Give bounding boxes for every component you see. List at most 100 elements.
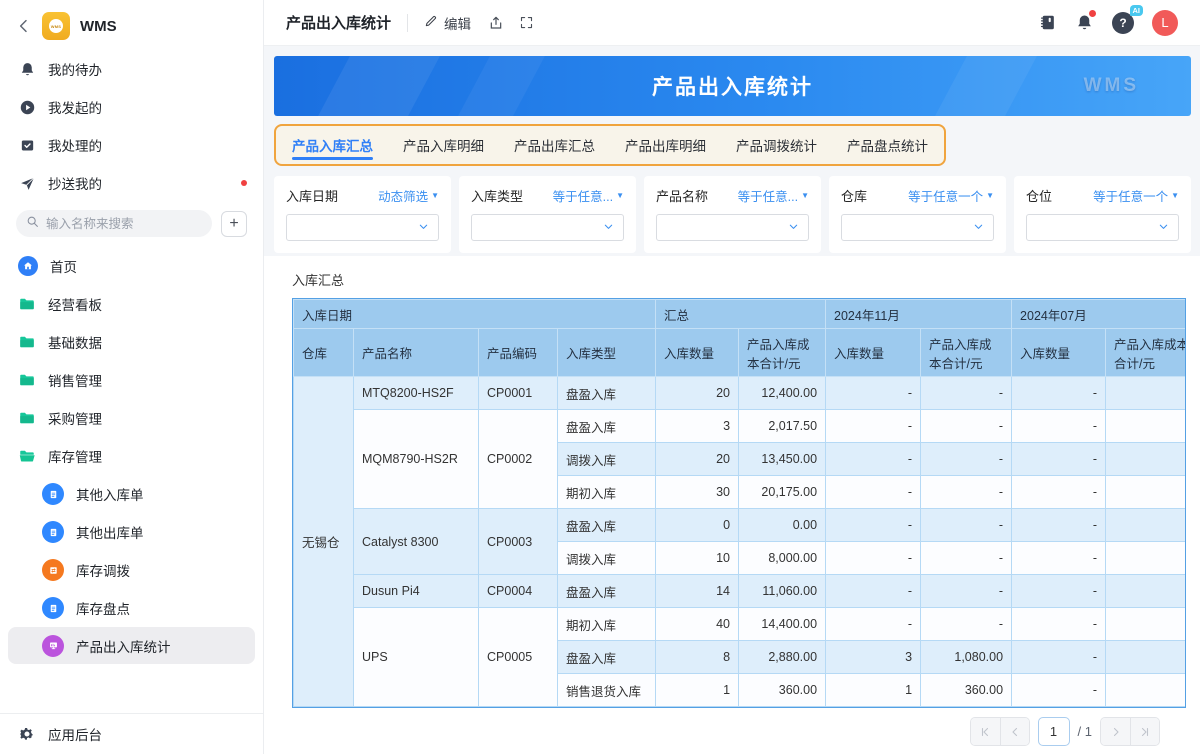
sidebar-item-other-outbound[interactable]: 其他出库单 bbox=[0, 513, 263, 551]
play-circle-icon bbox=[18, 98, 36, 116]
table-cell: 0 bbox=[656, 509, 739, 542]
avatar[interactable]: L bbox=[1152, 10, 1178, 36]
tab-outbound-detail[interactable]: 产品出库明细 bbox=[625, 126, 706, 164]
table-cell: - bbox=[921, 509, 1012, 542]
folder-icon bbox=[18, 333, 36, 351]
tab-inbound-summary[interactable]: 产品入库汇总 bbox=[292, 126, 373, 164]
app-logo: WMS bbox=[42, 12, 70, 40]
filter-operator[interactable]: 动态筛选▼ bbox=[378, 186, 439, 205]
table-cell: - bbox=[1012, 476, 1106, 509]
table-wrapper[interactable]: 入库日期汇总2024年11月2024年07月仓库产品名称产品编码入库类型入库数量… bbox=[292, 298, 1186, 708]
next-page-button[interactable] bbox=[1101, 718, 1130, 745]
tab-outbound-summary[interactable]: 产品出库汇总 bbox=[514, 126, 595, 164]
filter-operator[interactable]: 等于任意一个▼ bbox=[908, 186, 994, 205]
tab-count-stats[interactable]: 产品盘点统计 bbox=[847, 126, 928, 164]
sidebar-item-app-backend[interactable]: 应用后台 bbox=[0, 714, 263, 754]
table-row: UPSCP0005期初入库4014,400.00--- bbox=[294, 608, 1187, 641]
sidebar-item-inventory-mgmt[interactable]: 库存管理 bbox=[0, 437, 263, 475]
sidebar-item-other-inbound[interactable]: 其他入库单 bbox=[0, 475, 263, 513]
notification-dot bbox=[1089, 10, 1096, 17]
sidebar-item-product-io-stats[interactable]: 产品出入库统计 bbox=[8, 627, 255, 664]
edit-button[interactable]: 编辑 bbox=[424, 13, 471, 33]
sidebar-item-purchase-mgmt[interactable]: 采购管理 bbox=[0, 399, 263, 437]
sidebar-item-label: 抄送我的 bbox=[48, 173, 102, 193]
sidebar-item-label: 库存盘点 bbox=[76, 598, 130, 618]
banner-decoration bbox=[307, 56, 450, 116]
filter-select[interactable] bbox=[286, 214, 439, 241]
sidebar-footer: 应用后台 bbox=[0, 713, 263, 754]
filter-label: 入库日期 bbox=[286, 186, 338, 205]
table-cell: 期初入库 bbox=[558, 608, 656, 641]
filter-select[interactable] bbox=[841, 214, 994, 241]
filter-operator[interactable]: 等于任意一个▼ bbox=[1093, 186, 1179, 205]
tab-transfer-stats[interactable]: 产品调拨统计 bbox=[736, 126, 817, 164]
collapse-sidebar-icon[interactable] bbox=[16, 18, 32, 34]
table-cell: - bbox=[1012, 674, 1106, 707]
table-cell: 11,060.00 bbox=[739, 575, 826, 608]
sidebar-header: WMS WMS bbox=[0, 0, 263, 50]
chevron-down-icon bbox=[788, 219, 799, 237]
sidebar-search[interactable] bbox=[16, 210, 212, 237]
search-input[interactable] bbox=[46, 217, 166, 231]
help-ai-icon[interactable]: ? AI bbox=[1112, 12, 1134, 34]
sidebar-item-cc-to-me[interactable]: 抄送我的 bbox=[0, 164, 263, 202]
column-header: 产品名称 bbox=[354, 329, 479, 377]
table-cell: - bbox=[826, 575, 921, 608]
filter-select[interactable] bbox=[1026, 214, 1179, 241]
filter-select[interactable] bbox=[656, 214, 809, 241]
sidebar-item-stock-transfer[interactable]: 库存调拨 bbox=[0, 551, 263, 589]
last-page-button[interactable] bbox=[1130, 718, 1159, 745]
table-cell: 40 bbox=[656, 608, 739, 641]
filter-operator[interactable]: 等于任意...▼ bbox=[553, 186, 624, 205]
page-number-input[interactable] bbox=[1038, 717, 1070, 746]
pagination-group-prev bbox=[970, 717, 1030, 746]
table-cell: 盘盈入库 bbox=[558, 410, 656, 443]
table-cell: 2,017.50 bbox=[739, 410, 826, 443]
sidebar-item-business-board[interactable]: 经营看板 bbox=[0, 285, 263, 323]
table-cell: CP0004 bbox=[479, 575, 558, 608]
sidebar-item-base-data[interactable]: 基础数据 bbox=[0, 323, 263, 361]
sidebar-item-sales-mgmt[interactable]: 销售管理 bbox=[0, 361, 263, 399]
table-cell bbox=[1106, 641, 1186, 674]
filter-select[interactable] bbox=[471, 214, 624, 241]
table-cell: 8 bbox=[656, 641, 739, 674]
column-header: 入库类型 bbox=[558, 329, 656, 377]
table-cell: 20 bbox=[656, 443, 739, 476]
table-cell: 1,080.00 bbox=[921, 641, 1012, 674]
table-cell: - bbox=[1012, 641, 1106, 674]
column-header: 产品入库成本合计/元 bbox=[1106, 329, 1186, 377]
sidebar-item-my-initiated[interactable]: 我发起的 bbox=[0, 88, 263, 126]
caret-down-icon: ▼ bbox=[986, 191, 994, 200]
column-group-header: 汇总 bbox=[656, 300, 826, 329]
notebook-icon[interactable] bbox=[1038, 13, 1057, 32]
table-cell: 8,000.00 bbox=[739, 542, 826, 575]
table-cell: - bbox=[826, 377, 921, 410]
sidebar-item-my-todo[interactable]: 我的待办 bbox=[0, 50, 263, 88]
share-icon[interactable] bbox=[481, 15, 511, 31]
first-page-button[interactable] bbox=[971, 718, 1000, 745]
tab-inbound-detail[interactable]: 产品入库明细 bbox=[403, 126, 484, 164]
sidebar-item-label: 我发起的 bbox=[48, 97, 102, 117]
add-app-button[interactable]: + bbox=[221, 211, 247, 237]
sidebar-item-home[interactable]: 首页 bbox=[0, 247, 263, 285]
table-cell: - bbox=[921, 575, 1012, 608]
gear-icon bbox=[18, 725, 36, 743]
filter-operator[interactable]: 等于任意...▼ bbox=[738, 186, 809, 205]
table-row: 无锡仓MTQ8200-HS2FCP0001盘盈入库2012,400.00--- bbox=[294, 377, 1187, 410]
table-cell: 360.00 bbox=[921, 674, 1012, 707]
column-header: 入库数量 bbox=[656, 329, 739, 377]
caret-down-icon: ▼ bbox=[1171, 191, 1179, 200]
table-cell: - bbox=[826, 542, 921, 575]
notifications-bell-icon[interactable] bbox=[1075, 13, 1094, 32]
table-cell: Catalyst 8300 bbox=[354, 509, 479, 575]
table-cell: MQM8790-HS2R bbox=[354, 410, 479, 509]
table-cell bbox=[1106, 410, 1186, 443]
table-cell: - bbox=[1012, 608, 1106, 641]
prev-page-button[interactable] bbox=[1000, 718, 1029, 745]
fullscreen-icon[interactable] bbox=[511, 15, 541, 30]
sidebar-item-stock-count[interactable]: 库存盘点 bbox=[0, 589, 263, 627]
table-cell: - bbox=[1012, 443, 1106, 476]
table-cell: 20,175.00 bbox=[739, 476, 826, 509]
table-cell: 14 bbox=[656, 575, 739, 608]
sidebar-item-my-handled[interactable]: 我处理的 bbox=[0, 126, 263, 164]
